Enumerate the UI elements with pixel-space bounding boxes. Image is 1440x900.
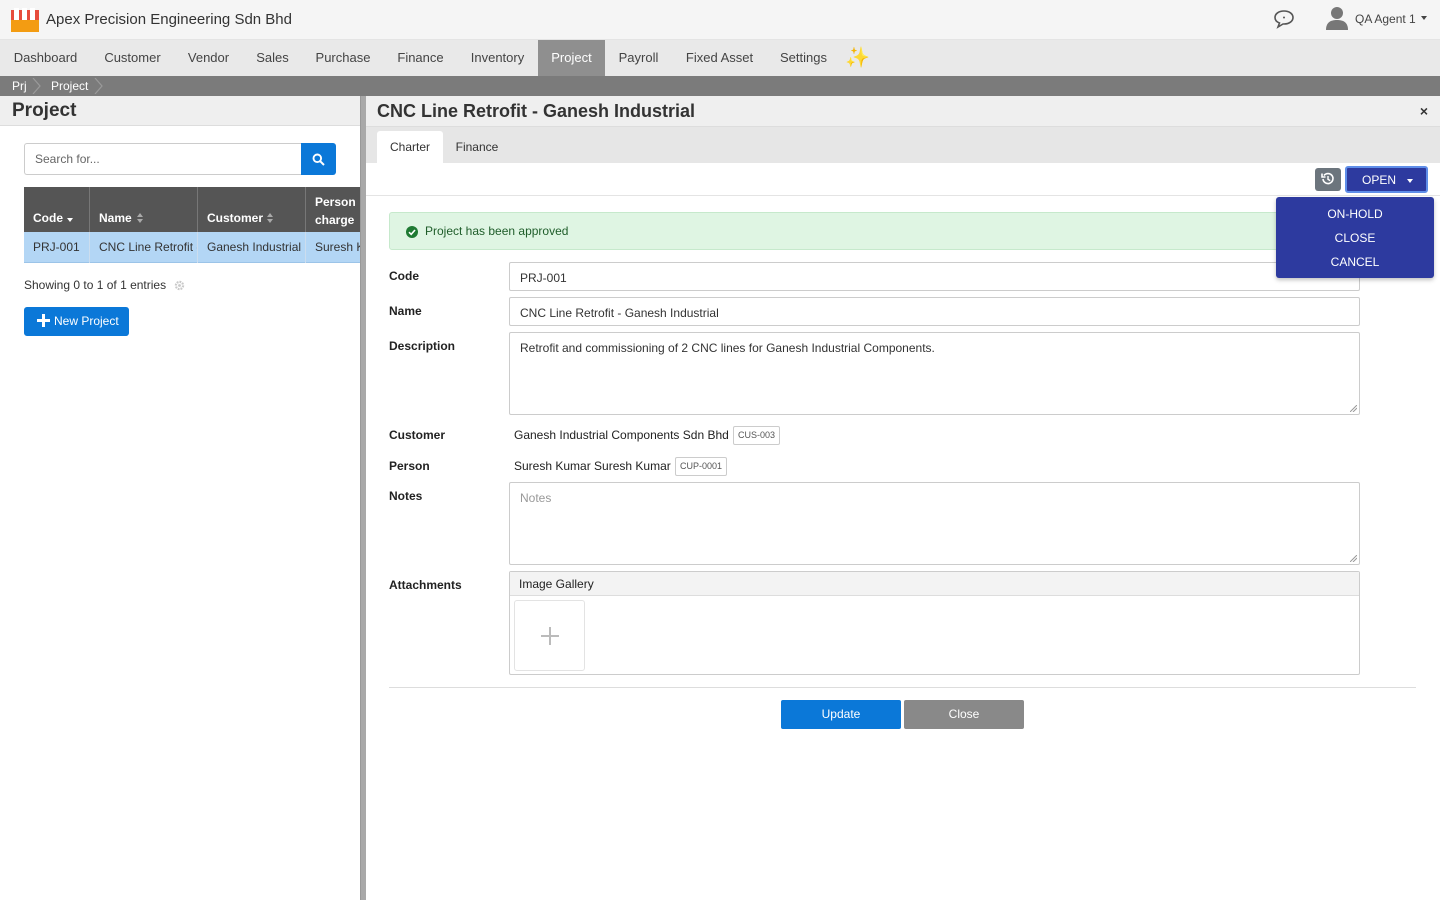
plus-icon <box>37 314 50 327</box>
add-image-button[interactable] <box>514 600 585 671</box>
project-list-panel: Project Code Name Customer Personcharge <box>0 96 360 900</box>
name-field[interactable]: CNC Line Retrofit - Ganesh Industrial <box>509 297 1360 326</box>
detail-header: CNC Line Retrofit - Ganesh Industrial × <box>366 96 1440 127</box>
nav-item-settings[interactable]: Settings <box>767 40 840 76</box>
chat-icon[interactable] <box>1273 9 1295 29</box>
project-detail-panel: CNC Line Retrofit - Ganesh Industrial × … <box>366 96 1440 900</box>
gallery-title: Image Gallery <box>519 577 594 591</box>
description-label: Description <box>389 339 456 353</box>
cell-customer: Ganesh Industrial Components Sdn Bhd <box>198 232 306 263</box>
search-input[interactable] <box>24 143 302 175</box>
nav-item-sales[interactable]: Sales <box>243 40 302 76</box>
column-header-customer[interactable]: Customer <box>198 187 306 232</box>
form-divider <box>389 687 1416 688</box>
history-button[interactable] <box>1315 168 1341 191</box>
top-bar: Apex Precision Engineering Sdn Bhd QA Ag… <box>0 0 1440 40</box>
plus-icon <box>541 627 559 645</box>
panel-title: Project <box>12 100 77 121</box>
table-header: Code Name Customer Person charge <box>24 187 360 232</box>
nav-item-dashboard[interactable]: Dashboard <box>0 40 91 76</box>
sort-icon <box>267 213 273 223</box>
search-icon <box>312 153 325 166</box>
alert-message: Project has been approved <box>425 224 569 238</box>
check-circle-icon <box>406 226 418 238</box>
code-label: Code <box>389 269 419 283</box>
table-row[interactable]: PRJ-001 CNC Line Retrofit - Ganesh Indus… <box>24 232 360 263</box>
cell-code: PRJ-001 <box>24 232 90 263</box>
detail-title: CNC Line Retrofit - Ganesh Industrial <box>377 101 696 121</box>
column-header-name[interactable]: Name <box>90 187 198 232</box>
update-button[interactable]: Update <box>781 700 901 729</box>
customer-value[interactable]: Ganesh Industrial Components Sdn Bhd <box>514 428 729 442</box>
nav-item-inventory[interactable]: Inventory <box>457 40 538 76</box>
nav-item-payroll[interactable]: Payroll <box>605 40 672 76</box>
user-name[interactable]: QA Agent 1 <box>1355 12 1416 26</box>
sparkle-icon[interactable]: ✨ <box>845 46 870 70</box>
new-project-button[interactable]: New Project <box>24 307 129 336</box>
chevron-down-icon[interactable] <box>1421 16 1427 20</box>
gallery-header: Image Gallery <box>510 572 1359 596</box>
menu-item-close[interactable]: CLOSE <box>1276 226 1434 250</box>
chevron-down-icon <box>1407 179 1413 183</box>
status-menu: ON-HOLD CLOSE CANCEL <box>1276 197 1434 278</box>
status-dropdown-button[interactable]: OPEN <box>1345 166 1428 193</box>
nav-item-finance[interactable]: Finance <box>384 40 457 76</box>
person-label: Person <box>389 459 430 473</box>
column-header-code[interactable]: Code <box>24 187 90 232</box>
entries-count: Showing 0 to 1 of 1 entries <box>24 278 167 292</box>
nav-item-purchase[interactable]: Purchase <box>302 40 384 76</box>
column-header-label: Person charge <box>315 195 356 227</box>
detail-tabs: Charter Finance <box>366 127 1440 163</box>
store-logo-icon[interactable] <box>11 8 39 32</box>
description-textarea[interactable]: Retrofit and commissioning of 2 CNC line… <box>509 332 1360 415</box>
attachments-label: Attachments <box>389 578 462 592</box>
name-label: Name <box>389 304 422 318</box>
project-table: Code Name Customer Person charge PRJ-001 … <box>24 187 360 265</box>
person-value[interactable]: Suresh Kumar Suresh Kumar <box>514 459 671 473</box>
image-gallery: Image Gallery <box>509 571 1360 675</box>
person-code-badge: CUP-0001 <box>675 457 728 476</box>
notes-label: Notes <box>389 489 423 503</box>
nav-item-vendor[interactable]: Vendor <box>174 40 243 76</box>
column-header-person-in-charge[interactable]: Person charge <box>306 187 360 232</box>
user-icon[interactable] <box>1326 6 1348 30</box>
success-alert: Project has been approved <box>389 212 1309 250</box>
nav-item-project[interactable]: Project <box>538 40 605 76</box>
panel-header: Project <box>0 96 360 126</box>
main-nav: Dashboard Customer Vendor Sales Purchase… <box>0 40 1440 76</box>
cell-person: Suresh Kumar <box>306 232 360 263</box>
menu-item-cancel[interactable]: CANCEL <box>1276 250 1434 274</box>
cell-name: CNC Line Retrofit - Ganesh Industrial <box>90 232 198 263</box>
app-title: Apex Precision Engineering Sdn Bhd <box>46 11 292 28</box>
breadcrumb: Prj Project <box>0 76 1440 96</box>
chevron-right-icon <box>94 78 103 94</box>
breadcrumb-item-project[interactable]: Project <box>51 76 88 96</box>
tab-finance[interactable]: Finance <box>445 131 509 163</box>
chevron-right-icon <box>32 78 41 94</box>
nav-item-fixed-asset[interactable]: Fixed Asset <box>672 40 767 76</box>
sort-icon <box>137 213 143 223</box>
close-button[interactable]: Close <box>904 700 1024 729</box>
resize-handle-icon[interactable] <box>1350 555 1357 562</box>
nav-item-customer[interactable]: Customer <box>91 40 174 76</box>
history-icon <box>1321 172 1334 185</box>
close-icon[interactable]: × <box>1417 104 1431 118</box>
resize-handle-icon[interactable] <box>1350 405 1357 412</box>
notes-textarea[interactable]: Notes <box>509 482 1360 565</box>
breadcrumb-item-prj[interactable]: Prj <box>12 76 27 96</box>
tab-charter[interactable]: Charter <box>377 131 443 163</box>
notes-placeholder: Notes <box>520 491 552 505</box>
search-button[interactable] <box>301 143 336 175</box>
code-field[interactable]: PRJ-001 <box>509 262 1360 291</box>
menu-item-on-hold[interactable]: ON-HOLD <box>1276 202 1434 226</box>
gear-icon[interactable] <box>174 280 185 291</box>
sort-desc-icon <box>67 218 73 222</box>
customer-label: Customer <box>389 428 446 442</box>
toolbar-divider <box>366 195 1440 196</box>
customer-code-badge: CUS-003 <box>733 426 781 445</box>
